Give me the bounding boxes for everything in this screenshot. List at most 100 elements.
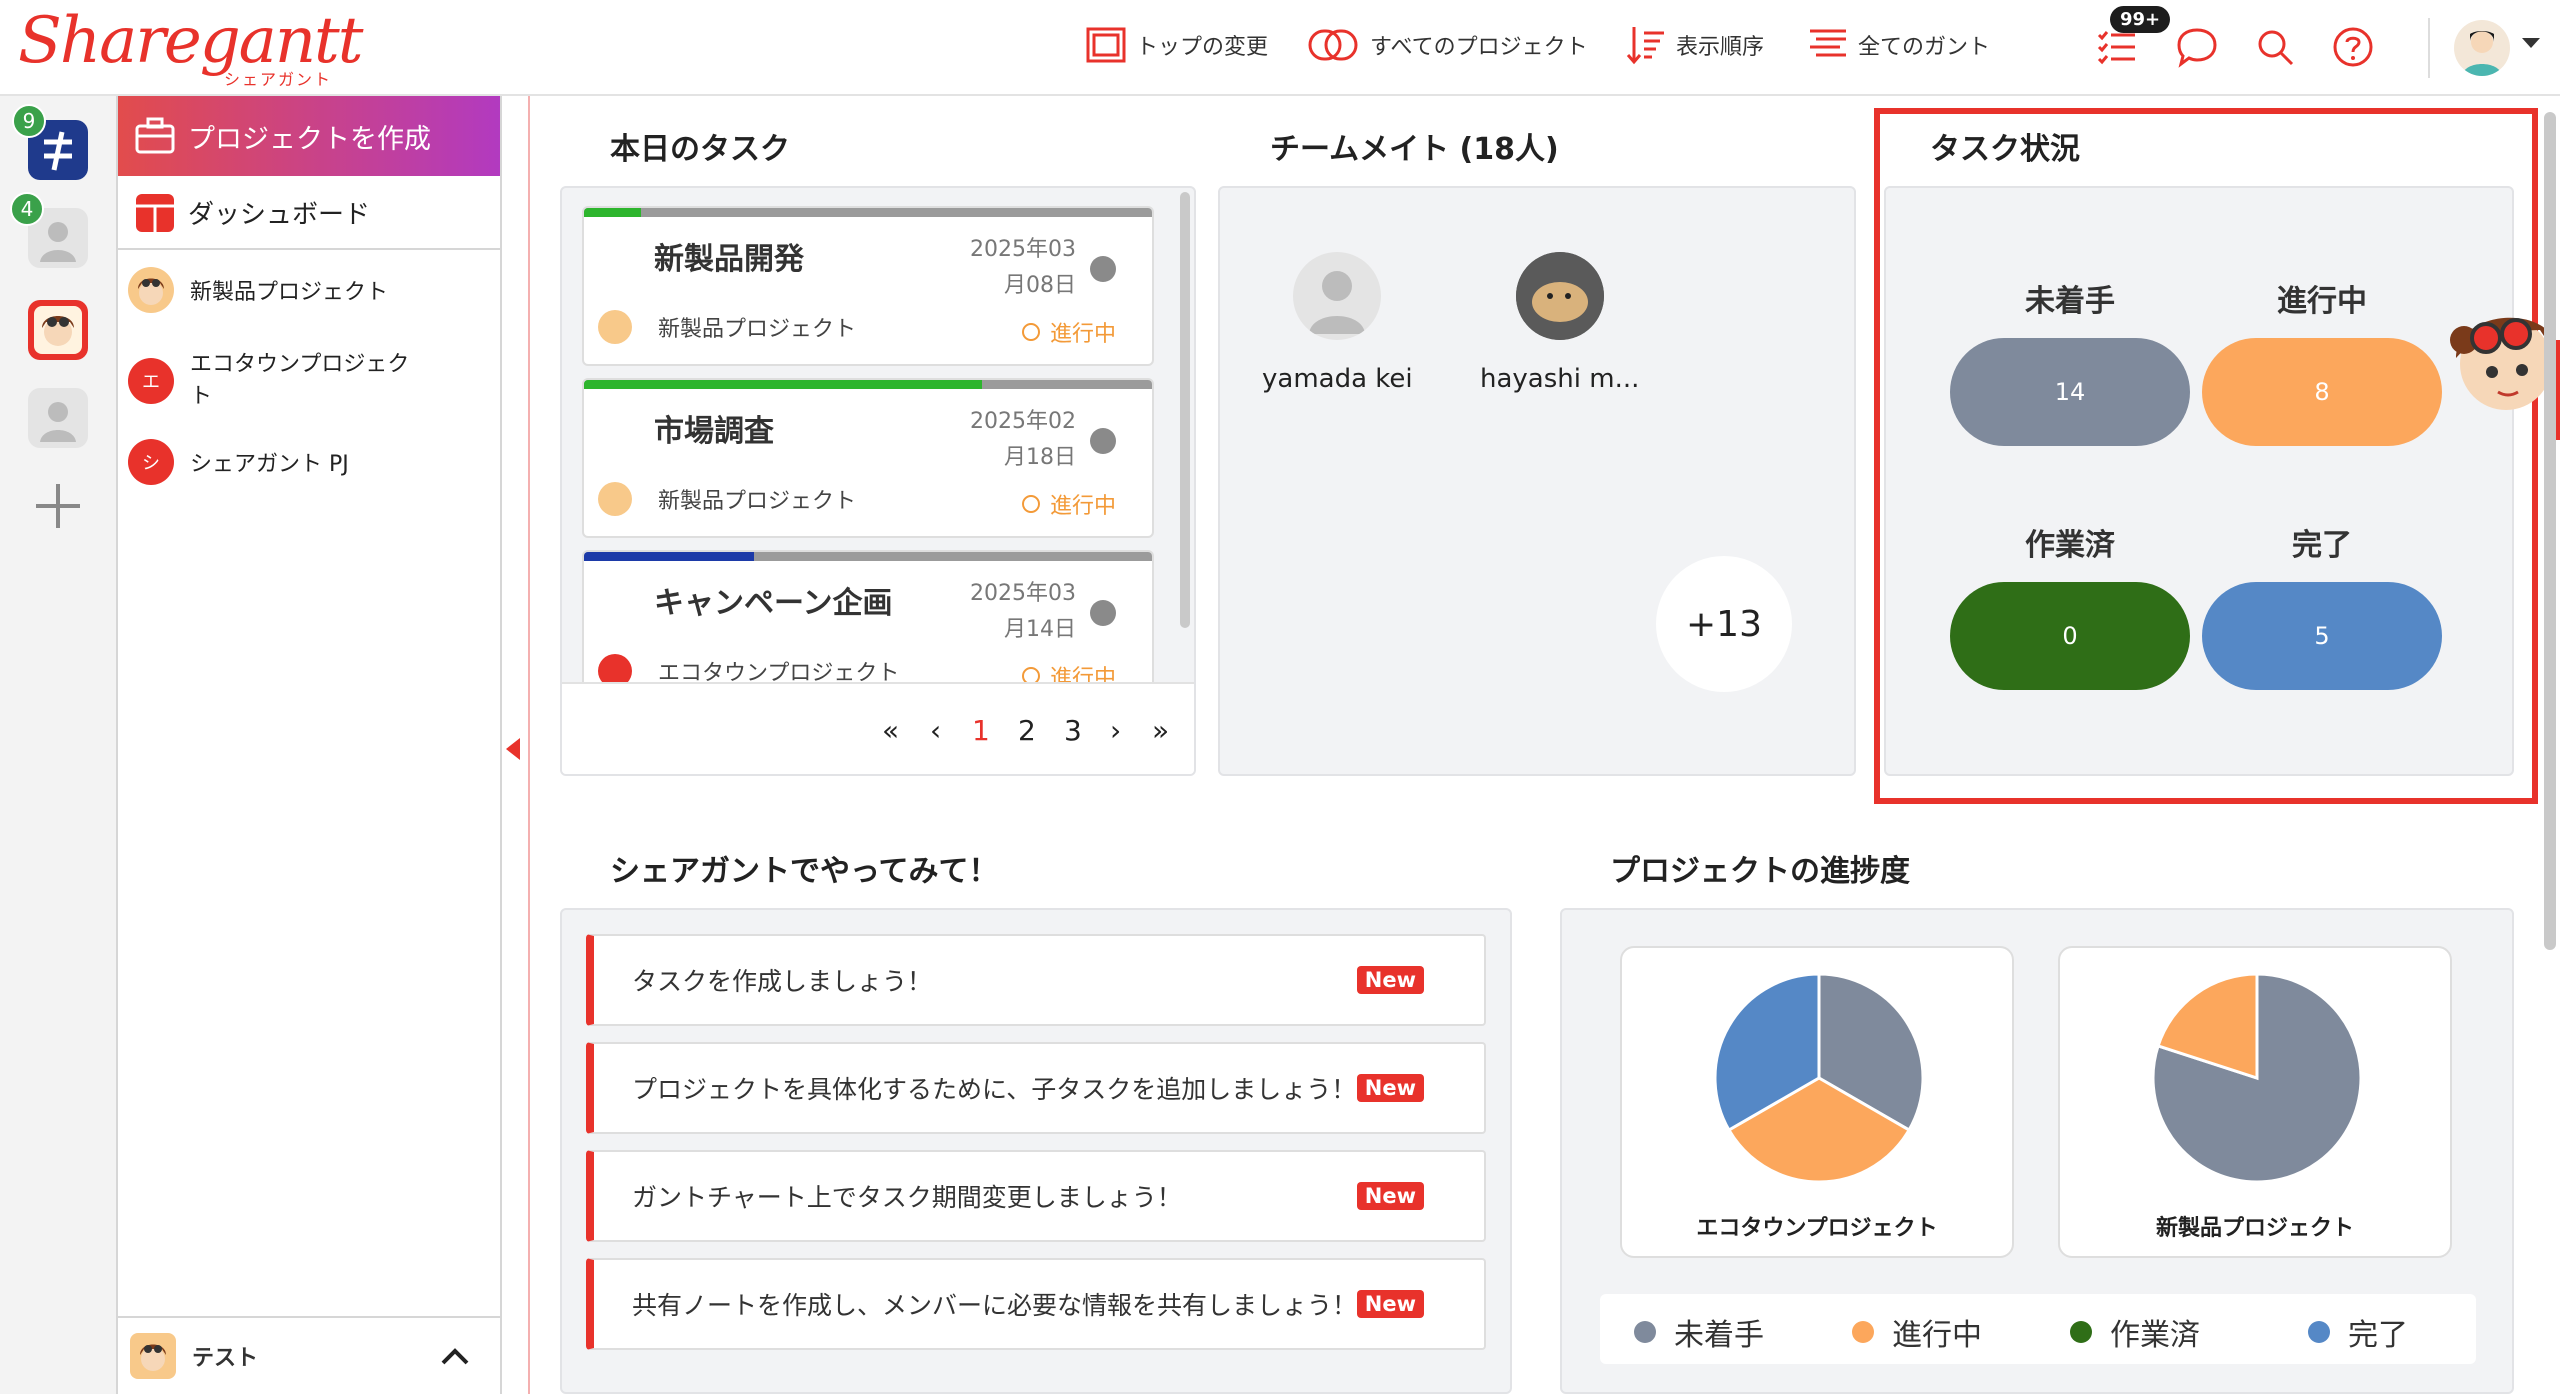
nav-all-projects[interactable]: すべてのプロジェクト [1308, 24, 1588, 66]
workspace-mascot[interactable] [28, 300, 88, 360]
sidebar-project-item[interactable]: 新製品プロジェクト [118, 262, 500, 318]
teammate-name: hayashi m... [1480, 364, 1640, 394]
pie-card-ecotown[interactable]: エコタウンプロジェクト [1620, 946, 2014, 1258]
chat-bubble-icon [2177, 28, 2217, 68]
teammate-item[interactable]: yamada kei [1262, 252, 1413, 394]
pager-last[interactable]: » [1152, 714, 1169, 747]
teammates-panel: yamada kei hayashi m... [1218, 186, 1856, 776]
pager-first[interactable]: « [882, 714, 899, 747]
new-badge: New [1356, 966, 1424, 994]
pie-chart-new-product [2151, 972, 2363, 1184]
legend-label: 未着手 [1674, 1318, 1764, 1353]
task-status-label: 進行中 [1049, 494, 1116, 519]
workspace-rail: 9 4 [0, 96, 118, 1394]
project-label: シェアガント PJ [190, 452, 349, 477]
task-date-line: 月18日 [1004, 445, 1076, 470]
calendar-icon[interactable] [1090, 256, 1116, 282]
task-project: 新製品プロジェクト [598, 310, 856, 344]
pager-page-2[interactable]: 2 [1018, 714, 1036, 747]
progress-legend: 未着手 進行中 作業済 完了 [1600, 1294, 2476, 1364]
search-button[interactable] [2248, 20, 2302, 74]
task-progress-bar [584, 380, 1152, 389]
chevron-up-icon[interactable] [440, 1346, 470, 1366]
monitor-icon [1086, 27, 1126, 63]
mascot-icon [34, 306, 82, 354]
workspace-user-2[interactable] [28, 388, 88, 448]
page-scrollbar[interactable] [2544, 112, 2556, 950]
hint-item[interactable]: タスクを作成しましょう！ New [586, 934, 1486, 1026]
task-progress-fill [584, 380, 982, 389]
status-ring-icon [1021, 495, 1040, 513]
task-card[interactable]: 市場調査 2025年02 月18日新製品プロジェクト 進行中 [582, 378, 1154, 538]
calendar-icon[interactable] [1090, 600, 1116, 626]
pager-page-1[interactable]: 1 [972, 714, 990, 747]
dashboard-icon [136, 194, 174, 232]
workspace-badge: 9 [12, 104, 46, 138]
hint-text: タスクを作成しましょう！ [632, 967, 933, 996]
sort-order-icon [1626, 27, 1664, 65]
pager-prev[interactable]: ‹ [930, 714, 941, 747]
project-avatar-icon [598, 310, 632, 344]
chevron-down-icon[interactable] [2520, 36, 2542, 50]
help-icon [2333, 27, 2373, 67]
mascot-icon [2450, 317, 2560, 440]
user-avatar-icon [2462, 31, 2502, 76]
nav-label: 表示順序 [1676, 35, 1765, 60]
hamster-photo-icon [1515, 252, 1604, 340]
nav-label: すべてのプロジェクト [1370, 35, 1588, 60]
task-title: キャンペーン企画 [654, 586, 893, 621]
nav-change-top[interactable]: トップの変更 [1086, 24, 1268, 66]
person-icon [40, 402, 76, 442]
task-scrollbar[interactable] [1180, 192, 1190, 628]
try-it-title: シェアガントでやってみて！ [610, 854, 999, 889]
project-label: エコタウンプロジェクト [190, 352, 410, 409]
sharegantt-logo[interactable]: Sharegantt シェアガント [18, 6, 363, 89]
pager-page-3[interactable]: 3 [1064, 714, 1082, 747]
nav-sort-order[interactable]: 表示順序 [1626, 24, 1764, 66]
hint-item[interactable]: プロジェクトを具体化するために、子タスクを追加しましょう！ New [586, 1042, 1486, 1134]
sidebar-project-item[interactable]: エ エコタウンプロジェクト [118, 340, 500, 422]
nav-all-gantt[interactable]: 全てのガント [1808, 24, 1990, 66]
teammates-title: チームメイト (18人) [1270, 132, 1559, 167]
pie-card-new-product[interactable]: 新製品プロジェクト [2058, 946, 2452, 1258]
task-title: 新製品開発 [654, 242, 804, 277]
sidebar-project-item[interactable]: シ シェアガント PJ [118, 434, 500, 490]
task-project-label: 新製品プロジェクト [658, 317, 857, 342]
highlight-box [1874, 108, 2538, 804]
sidebar-collapse-arrow[interactable] [506, 738, 520, 760]
pager-next[interactable]: › [1110, 714, 1121, 747]
task-card[interactable]: 新製品開発 2025年03 月08日 新製品プロジェクト 進行中 [582, 206, 1154, 366]
sidebar-item-dashboard[interactable]: ダッシュボード [118, 176, 500, 250]
gantt-list-icon [1810, 29, 1846, 57]
add-workspace-button[interactable] [28, 476, 88, 536]
hint-item[interactable]: 共有ノートを作成し、メンバーに必要な情報を共有しましょう！ New [586, 1258, 1486, 1350]
legend-label: 進行中 [1892, 1318, 1982, 1353]
hint-text: 共有ノートを作成し、メンバーに必要な情報を共有しましょう！ [632, 1291, 1358, 1320]
mascot-icon [140, 1344, 166, 1371]
project-sidebar: プロジェクトを作成 ダッシュボード 新製品プロジェクト エ エコタウンプロジェク… [118, 96, 502, 1394]
new-badge: New [1356, 1290, 1424, 1318]
calendar-icon[interactable] [1090, 428, 1116, 454]
hint-item[interactable]: ガントチャート上でタスク期間変更しましょう！ New [586, 1150, 1486, 1242]
user-avatar[interactable] [2454, 20, 2510, 76]
chat-button[interactable] [2170, 20, 2224, 74]
person-icon [1293, 252, 1382, 340]
task-title: 市場調査 [654, 414, 774, 449]
today-tasks-title: 本日のタスク [610, 132, 790, 167]
teammate-item[interactable]: hayashi m... [1480, 252, 1639, 394]
task-date-line: 2025年03 [970, 237, 1076, 262]
more-teammates-button[interactable]: +13 [1656, 556, 1792, 692]
today-tasks-panel: 新製品開発 2025年03 月08日 新製品プロジェクト 進行中 市場調査 2025年02 月… [560, 186, 1196, 776]
task-project-label: 新製品プロジェクト [658, 489, 857, 514]
divider-line [528, 96, 530, 1394]
topbar-divider [2428, 18, 2430, 78]
help-button[interactable] [2326, 20, 2380, 74]
sidebar-bottom-project[interactable]: テスト [118, 1316, 500, 1394]
legend-dot [1634, 1321, 1656, 1343]
task-date-line: 2025年02 [970, 409, 1076, 434]
legend-dot [1852, 1321, 1874, 1343]
logo-subtext: シェアガント [224, 70, 333, 89]
create-project-button[interactable]: プロジェクトを作成 [118, 96, 500, 176]
task-status-label: 進行中 [1049, 322, 1116, 347]
mascot-icon [138, 278, 164, 305]
